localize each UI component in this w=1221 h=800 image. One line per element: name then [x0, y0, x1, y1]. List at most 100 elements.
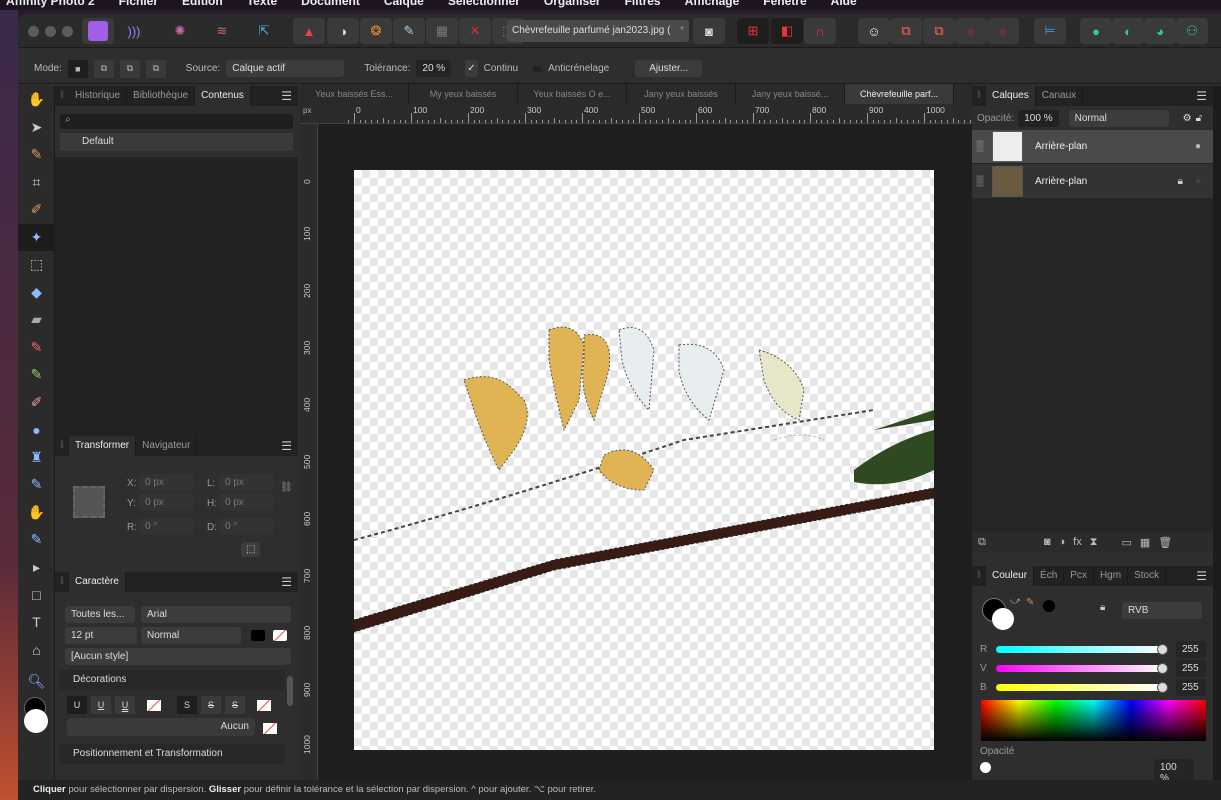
category-select[interactable]: Default	[60, 133, 293, 151]
color-replacement-tool-icon[interactable]: ✎	[18, 361, 55, 389]
boolean-subtract-icon[interactable]: ◐	[1112, 18, 1144, 44]
move-tool-icon[interactable]: ➤	[18, 114, 55, 142]
zoom-window-button[interactable]	[62, 26, 73, 37]
b-value[interactable]: 255	[1176, 679, 1206, 696]
layer-lock-icon[interactable]: 🔒︎	[1178, 176, 1183, 187]
menu-view[interactable]: Affichage	[685, 0, 740, 8]
layer-opacity-field[interactable]: 100 %	[1018, 109, 1059, 127]
layer-row[interactable]: ▒ Arrière-plan 🔒︎ ●	[972, 164, 1213, 198]
menu-edit[interactable]: Édition	[182, 0, 223, 8]
text-stroke-swatch[interactable]	[273, 630, 287, 641]
fx-icon[interactable]: fx	[1073, 536, 1082, 548]
menu-help[interactable]: Aide	[831, 0, 857, 8]
tab-histogram[interactable]: Hgm	[1094, 566, 1129, 586]
tab-history[interactable]: Historique	[69, 86, 128, 106]
panel-menu-icon[interactable]: ☰	[281, 89, 292, 103]
color-wheel-icon[interactable]: ❂	[360, 18, 392, 44]
blend-mode-select[interactable]: Normal	[1068, 109, 1169, 127]
export-persona-icon[interactable]: ⇱	[248, 18, 280, 44]
decorations-section[interactable]: Décorations	[59, 670, 285, 690]
tab-channels[interactable]: Canaux	[1036, 86, 1084, 106]
positioning-section[interactable]: Positionnement et Transformation	[59, 744, 285, 764]
shear-field[interactable]: 0 °	[219, 518, 274, 535]
menu-app[interactable]: Affinity Photo 2	[6, 0, 95, 8]
hand-tool-icon[interactable]: ✋	[18, 86, 55, 114]
adjustment-icon[interactable]: ◑	[1059, 536, 1066, 548]
font-collection-select[interactable]: Toutes les...	[65, 606, 135, 623]
menu-document[interactable]: Document	[301, 0, 360, 8]
color-spectrum[interactable]	[981, 700, 1206, 741]
x-field[interactable]: 0 px	[139, 474, 194, 491]
menu-layer[interactable]: Calque	[384, 0, 424, 8]
tab-character[interactable]: Caractère	[69, 572, 126, 592]
lock-icon[interactable]: 🔒︎	[1100, 602, 1105, 613]
tab-navigator[interactable]: Navigateur	[136, 436, 198, 456]
underline-double-button[interactable]: U	[115, 696, 135, 714]
menu-filters[interactable]: Filtres	[625, 0, 661, 8]
boolean-add-icon[interactable]: ●	[1080, 18, 1112, 44]
tolerance-field[interactable]: 20 %	[416, 60, 452, 77]
doc-tab[interactable]: Yeux baissés Ess...	[300, 84, 409, 104]
arrange-front-icon[interactable]: ■	[987, 18, 1019, 44]
strike-none-button[interactable]: S	[177, 696, 197, 714]
layer-visibility-icon[interactable]: ▒	[972, 141, 988, 152]
tab-brushes[interactable]: Pcx	[1064, 566, 1094, 586]
crop-tool-icon[interactable]: ⌗	[18, 169, 55, 197]
flood-select-tool-icon[interactable]: ✦	[18, 223, 55, 251]
tab-layers[interactable]: Calques	[986, 86, 1036, 106]
underline-color-swatch[interactable]	[147, 699, 161, 711]
group-icon[interactable]: ▭	[1121, 536, 1131, 549]
minimize-window-button[interactable]	[45, 26, 56, 37]
healing-brush-tool-icon[interactable]: ✎	[18, 471, 55, 499]
color-model-select[interactable]: RVB	[1122, 602, 1202, 619]
contents-search-input[interactable]: ⌕	[60, 114, 293, 129]
levels-icon[interactable]: ▲	[293, 18, 325, 44]
panel-menu-icon[interactable]: ☰	[281, 439, 292, 453]
marquee-tool-icon[interactable]: ⬚	[18, 251, 55, 279]
tab-library[interactable]: Bibliothèque	[127, 86, 196, 106]
magnet-icon[interactable]: ∩	[804, 18, 836, 44]
tab-transform[interactable]: Transformer	[69, 436, 137, 456]
paragraph-style-select[interactable]: [Aucun style]	[65, 648, 291, 665]
move-forward-icon[interactable]: ⧉	[923, 18, 955, 44]
smudge-tool-icon[interactable]: ✋	[18, 499, 55, 527]
snapping-icon[interactable]: ⊞	[737, 18, 769, 44]
align-icon[interactable]: ⊨	[1034, 18, 1066, 44]
g-slider[interactable]	[996, 663, 1168, 674]
swap-colors-icon[interactable]: ⤻	[1010, 596, 1021, 607]
layer-visible-dot-icon[interactable]: ●	[1195, 141, 1201, 152]
font-family-select[interactable]: Arial	[141, 606, 291, 623]
antialias-checkbox[interactable]	[532, 65, 543, 72]
boolean-intersect-icon[interactable]: ◕	[1144, 18, 1176, 44]
layer-options-icon[interactable]: ⧉	[978, 536, 986, 549]
move-back-icon[interactable]: ⧉	[890, 18, 922, 44]
dodge-tool-icon[interactable]: ●	[18, 416, 55, 444]
g-value[interactable]: 255	[1176, 660, 1206, 677]
r-value[interactable]: 255	[1176, 641, 1206, 658]
strike-color-swatch[interactable]	[257, 699, 271, 711]
white-balance-icon[interactable]: ✎	[393, 18, 425, 44]
doc-tab[interactable]: Yeux baissés O e...	[518, 84, 627, 104]
layer-row[interactable]: ▒ Arrière-plan ●	[972, 130, 1213, 164]
color-picker-tool-icon[interactable]: ✎	[18, 141, 55, 169]
panel-menu-icon[interactable]: ☰	[281, 575, 292, 589]
primary-color-swatch[interactable]	[24, 709, 48, 733]
develop-persona-icon[interactable]: ✺	[164, 18, 196, 44]
deselect-icon[interactable]: ✕	[459, 18, 491, 44]
arrange-back-icon[interactable]: ■	[955, 18, 987, 44]
height-field[interactable]: 0 px	[219, 494, 274, 511]
photo-persona-icon[interactable]	[82, 18, 114, 44]
document-title-field[interactable]: Chèvrefeuille parfumé jan2023.jpg ( *	[507, 20, 689, 42]
gradient-tool-icon[interactable]: ▰	[18, 306, 55, 334]
y-field[interactable]: 0 px	[139, 494, 194, 511]
rotation-field[interactable]: 0 °	[139, 518, 194, 535]
mode-add-button[interactable]: ⧉	[93, 59, 114, 78]
doc-tab[interactable]: My yeux baissés	[409, 84, 518, 104]
zoom-tool-icon[interactable]: 🔍︎	[18, 668, 55, 696]
panel-menu-icon[interactable]: ☰	[1196, 89, 1207, 103]
mode-subtract-button[interactable]: ⧉	[119, 59, 140, 78]
picked-color-swatch[interactable]	[1043, 600, 1055, 612]
tone-mapping-persona-icon[interactable]: ≋	[206, 18, 238, 44]
layer-visible-dot-icon[interactable]: ●	[1195, 176, 1201, 187]
color-swatches[interactable]	[18, 695, 54, 735]
